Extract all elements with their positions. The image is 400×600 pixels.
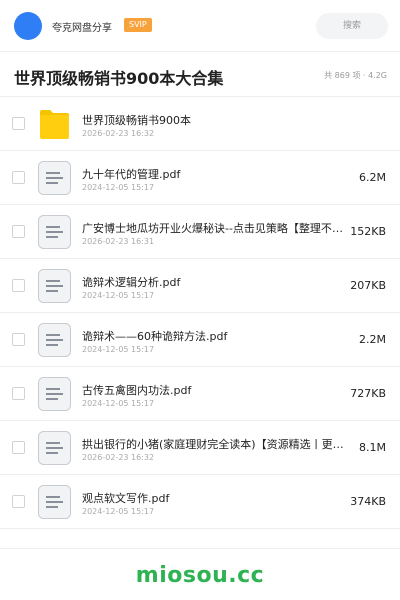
- file-name: 世界顶级畅销书900本: [82, 114, 191, 127]
- item-checkbox[interactable]: [12, 171, 25, 184]
- document-icon: [38, 431, 71, 465]
- list-item[interactable]: 拱出银行的小猪(家庭理财完全读本)【资源精选丨更多… 2026-02-23 16…: [0, 421, 400, 475]
- item-checkbox[interactable]: [12, 333, 25, 346]
- site-watermark: miosou.cc: [135, 563, 265, 588]
- item-checkbox[interactable]: [12, 117, 25, 130]
- list-item[interactable]: 诡辩术逻辑分析.pdf 2024-12-05 15:17 207KB: [0, 259, 400, 313]
- list-item[interactable]: 九十年代的管理.pdf 2024-12-05 15:17 6.2M: [0, 151, 400, 205]
- file-date: 2024-12-05 15:17: [82, 291, 155, 300]
- document-icon: [38, 269, 71, 303]
- file-name: 广安博士地瓜坊开业火爆秘诀--点击见策略【整理不易…: [82, 222, 352, 235]
- file-date: 2026-02-23 16:32: [82, 129, 155, 138]
- document-icon: [38, 161, 71, 195]
- file-size: 152KB: [350, 225, 386, 238]
- file-name: 九十年代的管理.pdf: [82, 168, 181, 181]
- item-checkbox[interactable]: [12, 225, 25, 238]
- file-name: 诡辩术逻辑分析.pdf: [82, 276, 181, 289]
- document-icon: [38, 485, 71, 519]
- file-name: 观点软文写作.pdf: [82, 492, 170, 505]
- folder-icon: [40, 110, 69, 139]
- list-item[interactable]: 诡辩术——60种诡辩方法.pdf 2024-12-05 15:17 2.2M: [0, 313, 400, 367]
- item-checkbox[interactable]: [12, 495, 25, 508]
- item-checkbox[interactable]: [12, 387, 25, 400]
- file-size: 727KB: [350, 387, 386, 400]
- file-date: 2024-12-05 15:17: [82, 345, 155, 354]
- page-title: 世界顶级畅销书900本大合集: [14, 69, 224, 88]
- file-date: 2026-02-23 16:31: [82, 237, 155, 246]
- file-size: 374KB: [350, 495, 386, 508]
- file-name: 拱出银行的小猪(家庭理财完全读本)【资源精选丨更多…: [82, 438, 352, 451]
- file-size: 207KB: [350, 279, 386, 292]
- file-name: 诡辩术——60种诡辩方法.pdf: [82, 330, 228, 343]
- file-date: 2026-02-23 16:32: [82, 453, 155, 462]
- file-date: 2024-12-05 15:17: [82, 507, 155, 516]
- list-item[interactable]: 广安博士地瓜坊开业火爆秘诀--点击见策略【整理不易… 2026-02-23 16…: [0, 205, 400, 259]
- document-icon: [38, 323, 71, 357]
- list-item[interactable]: 世界顶级畅销书900本 2026-02-23 16:32: [0, 97, 400, 151]
- file-date: 2024-12-05 15:17: [82, 183, 155, 192]
- share-meta: 共 869 项 · 4.2G: [324, 71, 387, 80]
- file-size: 8.1M: [359, 441, 386, 454]
- search-input[interactable]: 搜索: [316, 13, 388, 39]
- share-header: 夸克网盘分享 SVIP 搜索: [0, 0, 400, 52]
- document-icon: [38, 377, 71, 411]
- list-item[interactable]: 古传五禽图内功法.pdf 2024-12-05 15:17 727KB: [0, 367, 400, 421]
- file-date: 2024-12-05 15:17: [82, 399, 155, 408]
- svip-badge: SVIP: [124, 18, 152, 32]
- item-checkbox[interactable]: [12, 279, 25, 292]
- footer: miosou.cc: [0, 548, 400, 600]
- file-size: 2.2M: [359, 333, 386, 346]
- title-bar: 世界顶级畅销书900本大合集 共 869 项 · 4.2G: [0, 52, 400, 97]
- avatar[interactable]: [14, 12, 42, 40]
- document-icon: [38, 215, 71, 249]
- user-name: 夸克网盘分享: [52, 23, 112, 34]
- file-list: 世界顶级畅销书900本 2026-02-23 16:32 九十年代的管理.pdf…: [0, 97, 400, 529]
- item-checkbox[interactable]: [12, 441, 25, 454]
- file-size: 6.2M: [359, 171, 386, 184]
- file-name: 古传五禽图内功法.pdf: [82, 384, 192, 397]
- list-item[interactable]: 观点软文写作.pdf 2024-12-05 15:17 374KB: [0, 475, 400, 529]
